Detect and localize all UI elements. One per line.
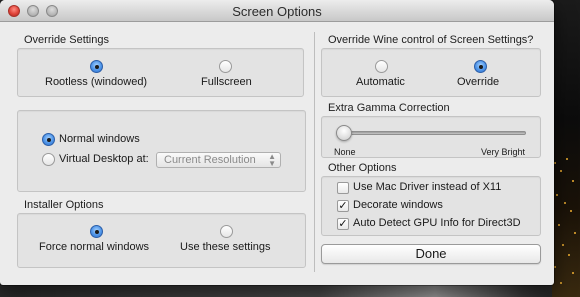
fullscreen-label[interactable]: Fullscreen [201, 76, 252, 88]
up-down-chevron-icon: ▲ ▼ [268, 152, 276, 168]
use-these-settings-label[interactable]: Use these settings [180, 241, 271, 253]
window-mode-group: Normal windows Virtual Desktop at: Curre… [17, 110, 306, 192]
resolution-select-value: Current Resolution [164, 154, 256, 166]
other-options-label: Other Options [328, 162, 397, 174]
other-options-group: Use Mac Driver instead of X11 ✓ Decorate… [321, 176, 541, 236]
title-bar[interactable]: Screen Options [0, 0, 554, 22]
check-icon: ✓ [338, 218, 348, 230]
check-icon: ✓ [338, 200, 348, 212]
automatic-radio[interactable] [375, 60, 388, 73]
gamma-slider-track[interactable] [340, 131, 526, 135]
virtual-desktop-label[interactable]: Virtual Desktop at: [59, 153, 149, 165]
mac-driver-label[interactable]: Use Mac Driver instead of X11 [353, 181, 501, 193]
city-lights-background [550, 150, 580, 297]
wine-control-label: Override Wine control of Screen Settings… [328, 34, 534, 46]
virtual-desktop-radio[interactable] [42, 153, 55, 166]
override-settings-label: Override Settings [24, 34, 109, 46]
override-radio[interactable] [474, 60, 487, 73]
decorate-windows-checkbox[interactable]: ✓ [337, 200, 349, 212]
normal-windows-radio[interactable] [42, 133, 55, 146]
force-normal-windows-label[interactable]: Force normal windows [39, 241, 149, 253]
decorate-windows-label[interactable]: Decorate windows [353, 199, 443, 211]
automatic-label[interactable]: Automatic [356, 76, 405, 88]
gpu-detect-label[interactable]: Auto Detect GPU Info for Direct3D [353, 217, 521, 229]
rootless-radio[interactable] [90, 60, 103, 73]
resolution-select[interactable]: Current Resolution ▲ ▼ [156, 152, 281, 168]
screen-options-window: Screen Options Override Settings Rootles… [0, 0, 554, 285]
gpu-detect-checkbox[interactable]: ✓ [337, 218, 349, 230]
done-button[interactable]: Done [321, 244, 541, 264]
normal-windows-label[interactable]: Normal windows [59, 133, 140, 145]
override-settings-group: Rootless (windowed) Fullscreen [17, 48, 304, 97]
use-these-settings-radio[interactable] [220, 225, 233, 238]
installer-options-label: Installer Options [24, 199, 104, 211]
rootless-label[interactable]: Rootless (windowed) [45, 76, 147, 88]
gamma-slider-knob[interactable] [336, 125, 352, 141]
wine-control-group: Automatic Override [321, 48, 541, 97]
gamma-min-label: None [334, 147, 356, 157]
force-normal-windows-radio[interactable] [90, 225, 103, 238]
mac-driver-checkbox[interactable] [337, 182, 349, 194]
vertical-divider [314, 32, 315, 272]
override-label[interactable]: Override [457, 76, 499, 88]
window-title: Screen Options [232, 4, 322, 19]
gamma-label: Extra Gamma Correction [328, 102, 450, 114]
installer-options-group: Force normal windows Use these settings [17, 213, 306, 268]
gamma-max-label: Very Bright [481, 147, 526, 157]
fullscreen-radio[interactable] [219, 60, 232, 73]
